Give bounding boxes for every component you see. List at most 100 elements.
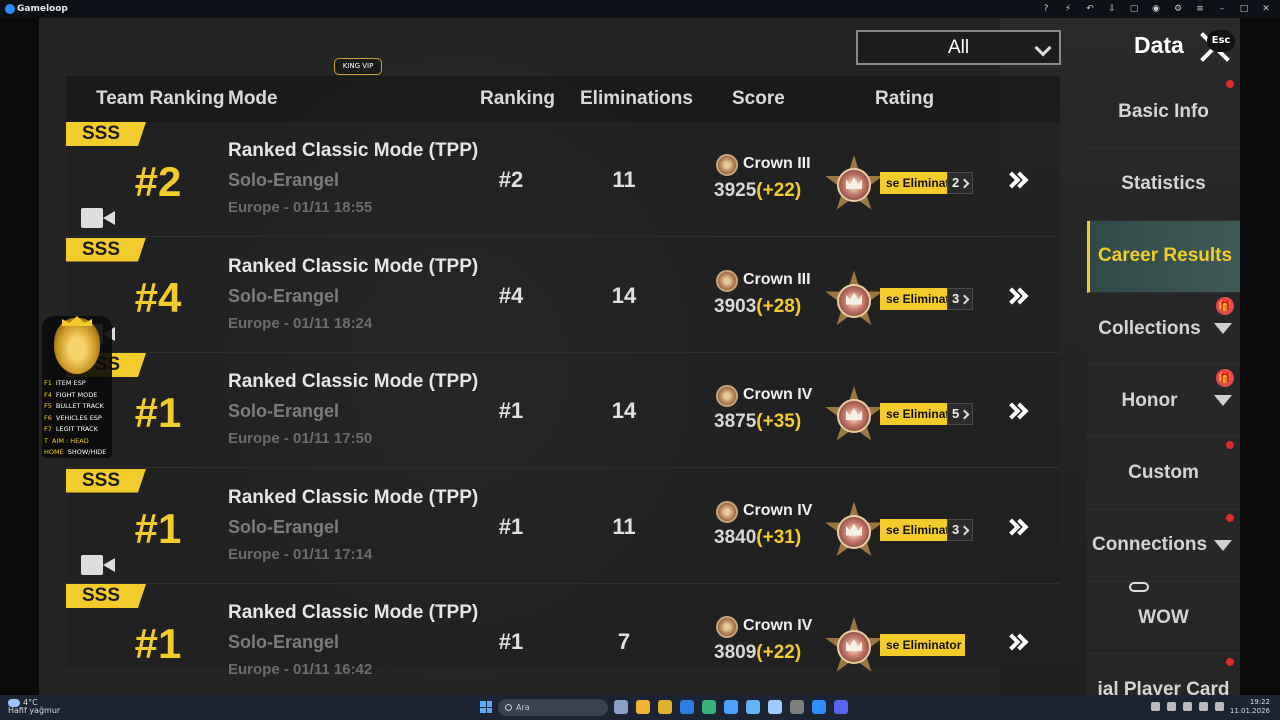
double-chevron-right-icon[interactable] — [1003, 632, 1032, 656]
taskbar-search[interactable]: Ara — [498, 699, 608, 716]
nav-item-basic-info[interactable]: Basic Info — [1087, 76, 1240, 149]
cloud-sync-icon[interactable] — [1129, 578, 1149, 592]
gameloop-icon[interactable] — [790, 700, 804, 714]
hotkey-label: F6 — [44, 413, 52, 422]
edge-icon[interactable] — [812, 700, 826, 714]
double-chevron-right-icon[interactable] — [1003, 286, 1032, 310]
hotkey-action: VEHICLES ESP — [55, 413, 102, 422]
nav-item-label: WOW — [1138, 606, 1189, 628]
discord-icon[interactable] — [834, 700, 848, 714]
team-rank: #4 — [134, 273, 182, 321]
store-icon[interactable] — [680, 700, 694, 714]
nav-item-custom[interactable]: Custom — [1087, 437, 1240, 510]
rating-label: se Eliminator — [880, 634, 966, 656]
hotkey-label: F4 — [44, 390, 52, 399]
windows-start-icon[interactable] — [480, 701, 492, 713]
screen-record-icon[interactable]: ◉ — [1150, 4, 1162, 14]
hotkey-action: BULLET TRACK — [55, 402, 104, 410]
nav-item-label: Career Results — [1097, 245, 1233, 267]
app3-icon[interactable] — [768, 700, 782, 714]
result-row[interactable]: SSS #2 Ranked Classic Mode (TPP) Solo-Er… — [66, 122, 1060, 237]
expand-arrow-icon[interactable] — [1214, 395, 1232, 407]
restore-icon[interactable]: ▢ — [1128, 4, 1140, 14]
match-eliminations: 7 — [617, 629, 631, 654]
volume-icon[interactable] — [1215, 702, 1224, 711]
nav-item-ial-player-card[interactable]: ial Player Card — [1087, 654, 1240, 695]
nav-item-wow[interactable]: WOW — [1087, 582, 1240, 655]
boost-icon[interactable]: ⚡ — [1062, 4, 1074, 14]
settings-icon[interactable]: ⚙ — [1172, 4, 1184, 14]
weather-widget[interactable]: 4°C Hafif yağmur — [8, 699, 60, 715]
video-replay-icon[interactable] — [81, 554, 115, 575]
match-eliminations: 14 — [611, 282, 637, 308]
result-row[interactable]: SSS #1 Ranked Classic Mode (TPP) Solo-Er… — [66, 584, 1060, 695]
overlay-menu-list: F1 ITEM ESP F4 FIGHT MODE F5 BULLET TRACK F6 VE… — [44, 378, 106, 459]
video-replay-icon[interactable] — [81, 208, 115, 228]
window-maximize-icon[interactable]: □ — [1238, 4, 1250, 14]
double-chevron-right-icon[interactable] — [1003, 401, 1032, 425]
help-icon[interactable]: ? — [1040, 4, 1052, 14]
rating-medal-icon — [824, 501, 884, 562]
points-delta: (+22) — [756, 180, 802, 201]
download-icon[interactable] — [1167, 702, 1176, 711]
rating-count[interactable]: 3 — [947, 287, 973, 310]
app2-icon[interactable] — [746, 700, 760, 714]
match-submode: Solo-Erangel — [228, 285, 340, 306]
double-chevron-right-icon[interactable] — [1003, 170, 1032, 194]
vscode-icon[interactable] — [724, 700, 738, 714]
match-eliminations: 11 — [612, 167, 636, 192]
nav-item-honor[interactable]: Honor 🎁 — [1087, 365, 1240, 438]
rating-count[interactable]: 2 — [947, 172, 973, 194]
match-mode: Ranked Classic Mode (TPP) — [228, 486, 479, 508]
rating-medal-icon — [824, 617, 884, 677]
result-row[interactable]: SSS #4 Ranked Classic Mode (TPP) Solo-Er… — [66, 237, 1060, 353]
esc-badge[interactable]: Esc — [1207, 30, 1235, 52]
app-tray-icon[interactable] — [1183, 702, 1192, 711]
menu-icon[interactable]: ≡ — [1194, 4, 1206, 14]
expand-arrow-icon[interactable] — [1214, 539, 1232, 551]
window-minimize-icon[interactable]: – — [1216, 4, 1228, 14]
tier-icon — [716, 269, 738, 292]
chevron-down-icon — [1034, 39, 1052, 57]
rating-medal-icon — [824, 155, 884, 215]
points-value: 3875 — [714, 411, 757, 432]
nav-item-label: ial Player Card — [1097, 679, 1230, 695]
nav-item-label: Honor — [1121, 389, 1178, 411]
match-ranking: #1 — [498, 629, 524, 654]
system-tray — [1151, 702, 1224, 711]
chrome-icon[interactable] — [636, 700, 650, 714]
double-chevron-right-icon[interactable] — [1003, 517, 1032, 541]
minimize-icon[interactable]: ⇩ — [1106, 4, 1118, 14]
clock[interactable]: 19:22 11.01.2026 — [1230, 698, 1270, 716]
file-explorer-icon[interactable] — [658, 700, 672, 714]
filter-dropdown[interactable]: All — [856, 30, 1061, 65]
rating-count[interactable]: 3 — [947, 518, 973, 541]
task-view-icon[interactable] — [614, 700, 628, 714]
result-row[interactable]: SSS #1 Ranked Classic Mode (TPP) Solo-Er… — [66, 353, 1060, 468]
nav-item-collections[interactable]: Collections 🎁 — [1087, 292, 1240, 366]
tier-icon — [716, 500, 738, 523]
hotkey-label: T — [44, 436, 48, 445]
nav-item-career-results[interactable]: Career Results — [1087, 220, 1240, 293]
rating-count[interactable]: 5 — [947, 403, 973, 425]
hotkey-label: F7 — [44, 425, 52, 433]
expand-arrow-icon[interactable] — [1214, 322, 1232, 334]
match-mode: Ranked Classic Mode (TPP) — [228, 140, 479, 161]
side-nav: Basic Info Statistics Career Results Collec… — [1087, 76, 1240, 695]
app-icon[interactable] — [702, 700, 716, 714]
score-points: 3809(+22) — [714, 642, 801, 664]
tray-chevron-icon[interactable] — [1151, 702, 1160, 711]
nav-item-label: Custom — [1128, 462, 1199, 484]
window-close-icon[interactable]: ✕ — [1260, 4, 1272, 14]
gift-icon: 🎁 — [1216, 369, 1234, 388]
nav-item-statistics[interactable]: Statistics — [1087, 148, 1240, 221]
result-row[interactable]: SSS #1 Ranked Classic Mode (TPP) Solo-Er… — [66, 468, 1060, 584]
notification-dot-icon — [1226, 80, 1234, 88]
undo-icon[interactable]: ↶ — [1084, 4, 1096, 14]
weather-condition: Hafif yağmur — [8, 706, 61, 715]
nav-item-connections[interactable]: Connections — [1087, 509, 1240, 583]
hotkey-action: SHOW/HIDE — [67, 448, 107, 456]
network-icon[interactable] — [1199, 702, 1208, 711]
hotkey-label: HOME — [44, 448, 64, 456]
tier-name: Crown IV — [743, 501, 813, 519]
